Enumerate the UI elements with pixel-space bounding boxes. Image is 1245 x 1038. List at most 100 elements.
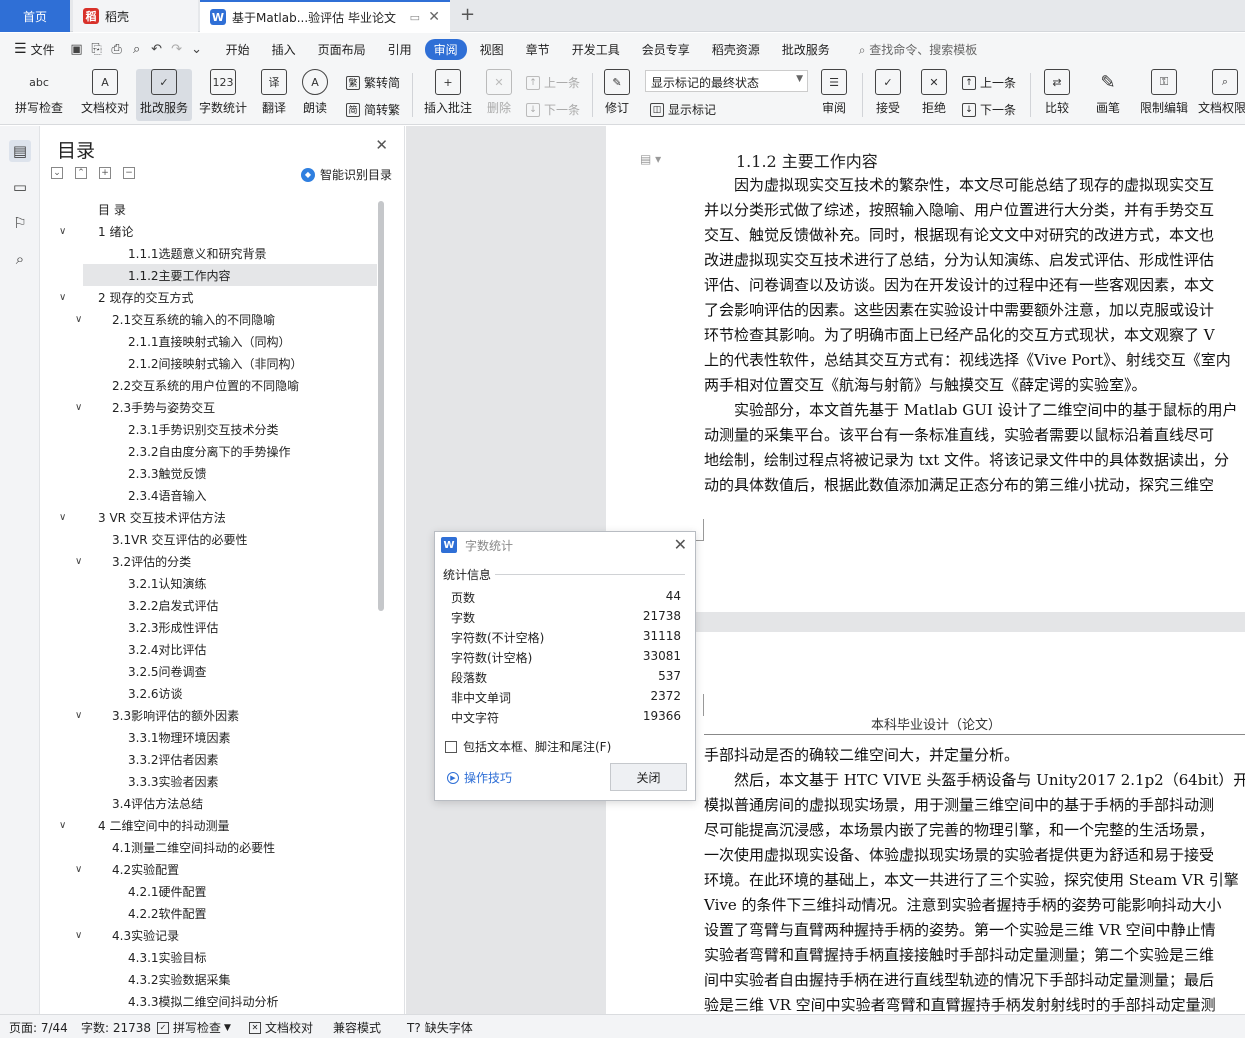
save-icon[interactable]: ▣ (67, 42, 87, 57)
chevron-down-icon[interactable]: ∨ (75, 314, 82, 325)
toc-item[interactable]: 2.2交互系统的用户位置的不同隐喻 (41, 374, 377, 396)
word-count-indicator[interactable]: 字数: 21738 (81, 1019, 151, 1036)
word-count-button[interactable]: 123 字数统计 (196, 69, 250, 121)
toc-item[interactable]: 3.3.3实验者因素 (41, 770, 377, 792)
menu-daoke-resources[interactable]: 稻壳资源 (703, 39, 769, 60)
toc-item[interactable]: 2.3.4语音输入 (41, 484, 377, 506)
pen-button[interactable]: ✎ 画笔 (1090, 69, 1126, 121)
toc-item[interactable]: 4.3.2实验数据采集 (41, 968, 377, 990)
toc-item[interactable]: ∨ 3.2评估的分类 (41, 550, 377, 572)
translate-button[interactable]: 译 翻译 (254, 69, 294, 121)
trad-convert-button[interactable]: 繁繁转简 (346, 74, 400, 91)
page-options-icon[interactable]: ▤ ▾ (640, 152, 661, 166)
menu-view[interactable]: 视图 (471, 39, 513, 60)
spellcheck-status[interactable]: ✓ 拼写检查 ▼ (157, 1019, 231, 1036)
toc-item[interactable]: ∨ 4.2实验配置 (41, 858, 377, 880)
document-page[interactable]: 本科毕业设计（论文） 手部抖动是否的确较二维空间大，并定量分析。 然后，本文基于… (606, 632, 1245, 1014)
ai-toc-button[interactable]: ◆ 智能识别目录 (300, 166, 392, 183)
toc-panel-icon[interactable]: ▤ (9, 140, 31, 162)
toc-item[interactable]: 4.2.2软件配置 (41, 902, 377, 924)
redo-icon[interactable]: ↷ (167, 42, 187, 57)
undo-icon[interactable]: ↶ (147, 42, 167, 57)
toc-item[interactable]: 1.1.2主要工作内容 (83, 264, 377, 286)
toc-scrollbar[interactable] (378, 201, 384, 611)
insert-comment-button[interactable]: + 插入批注 (420, 69, 476, 121)
toc-item[interactable]: 2.3.1手势识别交互技术分类 (41, 418, 377, 440)
tab-home[interactable]: 首页 (0, 0, 70, 32)
toc-item[interactable]: 3.2.5问卷调查 (41, 660, 377, 682)
toc-item[interactable]: 2.3.2自由度分离下的手势操作 (41, 440, 377, 462)
toc-item[interactable]: ∨ 4 二维空间中的抖动测量 (41, 814, 377, 836)
toc-item[interactable]: 3.4评估方法总结 (41, 792, 377, 814)
toc-item[interactable]: 4.3.3模拟二维空间抖动分析 (41, 990, 377, 1009)
toc-item[interactable]: ∨ 3 VR 交互技术评估方法 (41, 506, 377, 528)
menu-layout[interactable]: 页面布局 (309, 39, 375, 60)
simp-convert-button[interactable]: 简简转繁 (346, 101, 400, 118)
menu-correction[interactable]: 批改服务 (773, 39, 839, 60)
tab-daoke[interactable]: 稻 稻壳 (73, 0, 198, 32)
chevron-down-icon[interactable]: ∨ (59, 820, 66, 831)
toc-item[interactable]: ∨ 3.3影响评估的额外因素 (41, 704, 377, 726)
menu-review[interactable]: 审阅 (424, 38, 467, 60)
toc-item[interactable]: ∨ 4.3实验记录 (41, 924, 377, 946)
add-heading-icon[interactable]: + (99, 167, 111, 179)
toc-item[interactable]: 2.3.3触觉反馈 (41, 462, 377, 484)
missing-font-status[interactable]: T? 缺失字体 (407, 1019, 473, 1036)
remove-heading-icon[interactable]: − (123, 167, 135, 179)
chevron-down-icon[interactable]: ∨ (75, 402, 82, 413)
toc-item[interactable]: 4.2.1硬件配置 (41, 880, 377, 902)
toc-item[interactable]: 3.3.1物理环境因素 (41, 726, 377, 748)
correction-service-button[interactable]: ✓ 批改服务 (136, 69, 192, 121)
menu-member[interactable]: 会员专享 (633, 39, 699, 60)
close-button[interactable]: 关闭 (610, 763, 687, 791)
toc-item[interactable]: 3.2.6访谈 (41, 682, 377, 704)
read-aloud-button[interactable]: A 朗读 (298, 69, 332, 121)
dialog-titlebar[interactable]: W 字数统计 (435, 532, 695, 558)
toc-item[interactable]: 3.2.3形成性评估 (41, 616, 377, 638)
doc-proof-button[interactable]: A 文档校对 (76, 69, 134, 121)
close-tab-icon[interactable]: ✕ (428, 9, 440, 25)
prev-change-button[interactable]: ↑ 上一条 (962, 74, 1016, 91)
show-markup-button[interactable]: ◫ 显示标记 (650, 101, 716, 118)
next-comment-button[interactable]: ↓ 下一条 (526, 101, 580, 118)
reject-button[interactable]: ✕ 拒绝 (914, 69, 954, 121)
file-menu[interactable]: 文件 (31, 41, 55, 58)
chevron-down-icon[interactable]: ∨ (75, 710, 82, 721)
compare-button[interactable]: ⇄ 比较 (1036, 69, 1078, 121)
find-icon[interactable]: ⌕ (9, 248, 31, 270)
doc-permission-button[interactable]: ⌕ 文档权限 (1198, 69, 1245, 121)
pin-icon[interactable]: ▭ (410, 11, 420, 24)
chevron-down-icon[interactable]: ∨ (75, 556, 82, 567)
menu-reference[interactable]: 引用 (379, 39, 421, 60)
review-pane-button[interactable]: ☰ 审阅 (814, 69, 854, 121)
close-icon[interactable]: ✕ (674, 535, 687, 554)
chevron-down-icon[interactable]: ∨ (75, 930, 82, 941)
toc-item[interactable]: 3.2.2启发式评估 (41, 594, 377, 616)
menu-devtools[interactable]: 开发工具 (563, 39, 629, 60)
spellcheck-button[interactable]: abc 拼写检查 (8, 69, 70, 121)
chevron-down-icon[interactable]: ∨ (59, 512, 66, 523)
toc-item[interactable]: 1.1.1选题意义和研究背景 (41, 242, 377, 264)
revise-button[interactable]: ✎ 修订 (598, 69, 636, 121)
document-page[interactable]: ▤ ▾ 1.1.2 主要工作内容 因为虚拟现实交互技术的繁杂性，本文尽可能总结了… (606, 126, 1245, 612)
chevron-down-icon[interactable]: ∨ (75, 864, 82, 875)
toc-item[interactable]: ∨ 2 现存的交互方式 (41, 286, 377, 308)
chapter-nav-icon[interactable]: ▭ (9, 176, 31, 198)
next-change-button[interactable]: ↓ 下一条 (962, 101, 1016, 118)
doc-proof-status[interactable]: ✕ 文档校对 (249, 1019, 313, 1036)
toc-item[interactable]: 3.1VR 交互评估的必要性 (41, 528, 377, 550)
include-textbox-checkbox[interactable]: 包括文本框、脚注和尾注(F) (445, 738, 611, 755)
toc-item[interactable]: ∨ 2.1交互系统的输入的不同隐喻 (41, 308, 377, 330)
chevron-down-icon[interactable]: ∨ (59, 226, 66, 237)
prev-comment-button[interactable]: ↑ 上一条 (526, 74, 580, 91)
toc-item[interactable]: 目 录 (41, 198, 377, 220)
restrict-edit-button[interactable]: ⚿ 限制编辑 (1136, 69, 1192, 121)
toc-item[interactable]: 3.2.4对比评估 (41, 638, 377, 660)
toc-item[interactable]: 3.2.1认知演练 (41, 572, 377, 594)
tab-document[interactable]: W 基于Matlab...验评估 毕业论文 ▭ ✕ (200, 0, 450, 32)
toc-item[interactable]: ∨ 2.3手势与姿势交互 (41, 396, 377, 418)
new-tab-button[interactable]: + (460, 4, 475, 25)
print-icon[interactable]: ⎙ (107, 42, 127, 57)
menu-insert[interactable]: 插入 (263, 39, 305, 60)
toc-item[interactable]: 4.3.1实验目标 (41, 946, 377, 968)
